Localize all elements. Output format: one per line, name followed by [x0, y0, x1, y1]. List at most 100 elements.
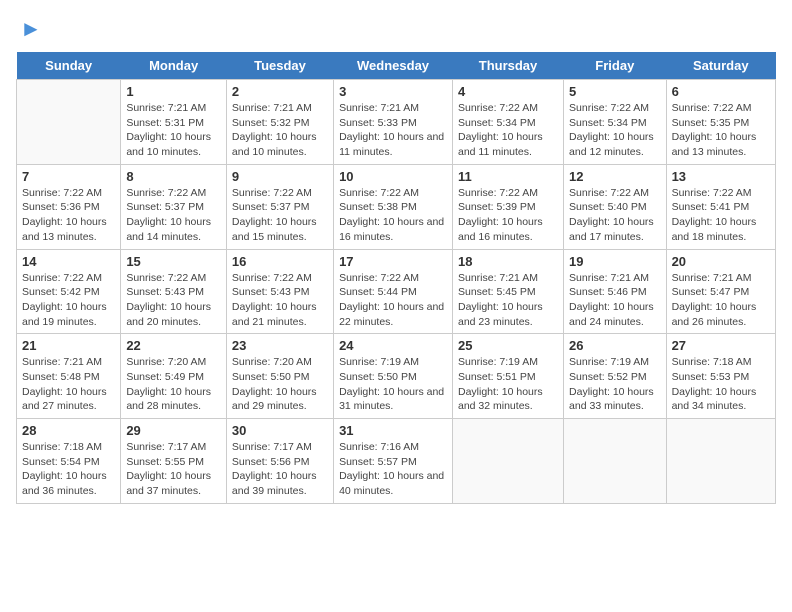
day-number: 21 [22, 338, 115, 353]
calendar-cell: 22 Sunrise: 7:20 AMSunset: 5:49 PMDayligh… [121, 334, 227, 419]
calendar-cell: 13Sunrise: 7:22 AMSunset: 5:41 PMDayligh… [666, 164, 775, 249]
cell-info: Sunrise: 7:19 AMSunset: 5:51 PMDaylight:… [458, 355, 558, 414]
cell-info: Sunrise: 7:20 AMSunset: 5:49 PMDaylight:… [126, 355, 221, 414]
week-row-2: 7 Sunrise: 7:22 AMSunset: 5:36 PMDaylight… [17, 164, 776, 249]
cell-info: Sunrise: 7:22 AMSunset: 5:34 PMDaylight:… [569, 101, 661, 160]
calendar-cell [17, 80, 121, 165]
calendar-cell: 1 Sunrise: 7:21 AMSunset: 5:31 PMDaylight… [121, 80, 227, 165]
cell-info: Sunrise: 7:20 AMSunset: 5:50 PMDaylight:… [232, 355, 328, 414]
calendar-cell: 28Sunrise: 7:18 AMSunset: 5:54 PMDayligh… [17, 419, 121, 504]
day-number: 24 [339, 338, 447, 353]
calendar-cell: 3Sunrise: 7:21 AMSunset: 5:33 PMDaylight… [334, 80, 453, 165]
day-number: 7 [22, 169, 115, 184]
day-number: 17 [339, 254, 447, 269]
calendar-cell: 5 Sunrise: 7:22 AMSunset: 5:34 PMDaylight… [564, 80, 667, 165]
cell-info: Sunrise: 7:19 AMSunset: 5:52 PMDaylight:… [569, 355, 661, 414]
day-number: 12 [569, 169, 661, 184]
day-number: 28 [22, 423, 115, 438]
cell-info: Sunrise: 7:21 AMSunset: 5:32 PMDaylight:… [232, 101, 328, 160]
calendar-cell: 4 Sunrise: 7:22 AMSunset: 5:34 PMDaylight… [452, 80, 563, 165]
cell-info: Sunrise: 7:22 AMSunset: 5:38 PMDaylight:… [339, 186, 447, 245]
cell-info: Sunrise: 7:22 AMSunset: 5:35 PMDaylight:… [672, 101, 770, 160]
day-number: 15 [126, 254, 221, 269]
day-number: 8 [126, 169, 221, 184]
cell-info: Sunrise: 7:22 AMSunset: 5:41 PMDaylight:… [672, 186, 770, 245]
day-header-saturday: Saturday [666, 52, 775, 80]
day-number: 25 [458, 338, 558, 353]
day-number: 2 [232, 84, 328, 99]
cell-info: Sunrise: 7:22 AMSunset: 5:37 PMDaylight:… [232, 186, 328, 245]
cell-info: Sunrise: 7:22 AMSunset: 5:37 PMDaylight:… [126, 186, 221, 245]
calendar-cell: 31 Sunrise: 7:16 AMSunset: 5:57 PMDayligh… [334, 419, 453, 504]
calendar-cell: 2 Sunrise: 7:21 AMSunset: 5:32 PMDaylight… [226, 80, 333, 165]
day-number: 20 [672, 254, 770, 269]
day-number: 19 [569, 254, 661, 269]
logo: ► [16, 16, 42, 42]
cell-info: Sunrise: 7:17 AMSunset: 5:55 PMDaylight:… [126, 440, 221, 499]
calendar-cell: 15Sunrise: 7:22 AMSunset: 5:43 PMDayligh… [121, 249, 227, 334]
day-number: 18 [458, 254, 558, 269]
cell-info: Sunrise: 7:21 AMSunset: 5:45 PMDaylight:… [458, 271, 558, 330]
day-header-tuesday: Tuesday [226, 52, 333, 80]
calendar-cell: 26 Sunrise: 7:19 AMSunset: 5:52 PMDayligh… [564, 334, 667, 419]
cell-info: Sunrise: 7:22 AMSunset: 5:44 PMDaylight:… [339, 271, 447, 330]
calendar-cell: 14Sunrise: 7:22 AMSunset: 5:42 PMDayligh… [17, 249, 121, 334]
day-number: 6 [672, 84, 770, 99]
week-row-3: 14Sunrise: 7:22 AMSunset: 5:42 PMDayligh… [17, 249, 776, 334]
calendar-cell: 29 Sunrise: 7:17 AMSunset: 5:55 PMDayligh… [121, 419, 227, 504]
day-header-wednesday: Wednesday [334, 52, 453, 80]
day-header-thursday: Thursday [452, 52, 563, 80]
calendar-cell: 12 Sunrise: 7:22 AMSunset: 5:40 PMDayligh… [564, 164, 667, 249]
calendar-cell: 19 Sunrise: 7:21 AMSunset: 5:46 PMDayligh… [564, 249, 667, 334]
cell-info: Sunrise: 7:22 AMSunset: 5:40 PMDaylight:… [569, 186, 661, 245]
day-number: 1 [126, 84, 221, 99]
week-row-1: 1 Sunrise: 7:21 AMSunset: 5:31 PMDaylight… [17, 80, 776, 165]
week-row-4: 21Sunrise: 7:21 AMSunset: 5:48 PMDayligh… [17, 334, 776, 419]
day-header-monday: Monday [121, 52, 227, 80]
calendar-cell [666, 419, 775, 504]
week-row-5: 28Sunrise: 7:18 AMSunset: 5:54 PMDayligh… [17, 419, 776, 504]
cell-info: Sunrise: 7:19 AMSunset: 5:50 PMDaylight:… [339, 355, 447, 414]
day-number: 11 [458, 169, 558, 184]
day-number: 14 [22, 254, 115, 269]
calendar-cell: 21Sunrise: 7:21 AMSunset: 5:48 PMDayligh… [17, 334, 121, 419]
calendar-cell: 8 Sunrise: 7:22 AMSunset: 5:37 PMDaylight… [121, 164, 227, 249]
day-header-sunday: Sunday [17, 52, 121, 80]
calendar-cell: 20Sunrise: 7:21 AMSunset: 5:47 PMDayligh… [666, 249, 775, 334]
day-number: 5 [569, 84, 661, 99]
calendar-cell: 25 Sunrise: 7:19 AMSunset: 5:51 PMDayligh… [452, 334, 563, 419]
calendar-cell: 9Sunrise: 7:22 AMSunset: 5:37 PMDaylight… [226, 164, 333, 249]
cell-info: Sunrise: 7:22 AMSunset: 5:34 PMDaylight:… [458, 101, 558, 160]
cell-info: Sunrise: 7:21 AMSunset: 5:31 PMDaylight:… [126, 101, 221, 160]
calendar-cell: 6 Sunrise: 7:22 AMSunset: 5:35 PMDaylight… [666, 80, 775, 165]
calendar-body: 1 Sunrise: 7:21 AMSunset: 5:31 PMDaylight… [17, 80, 776, 504]
cell-info: Sunrise: 7:21 AMSunset: 5:46 PMDaylight:… [569, 271, 661, 330]
cell-info: Sunrise: 7:22 AMSunset: 5:36 PMDaylight:… [22, 186, 115, 245]
cell-info: Sunrise: 7:22 AMSunset: 5:43 PMDaylight:… [232, 271, 328, 330]
calendar-cell: 7 Sunrise: 7:22 AMSunset: 5:36 PMDaylight… [17, 164, 121, 249]
calendar-table: SundayMondayTuesdayWednesdayThursdayFrid… [16, 52, 776, 504]
day-number: 27 [672, 338, 770, 353]
cell-info: Sunrise: 7:18 AMSunset: 5:53 PMDaylight:… [672, 355, 770, 414]
cell-info: Sunrise: 7:17 AMSunset: 5:56 PMDaylight:… [232, 440, 328, 499]
cell-info: Sunrise: 7:21 AMSunset: 5:33 PMDaylight:… [339, 101, 447, 160]
day-number: 16 [232, 254, 328, 269]
cell-info: Sunrise: 7:22 AMSunset: 5:39 PMDaylight:… [458, 186, 558, 245]
calendar-cell: 16 Sunrise: 7:22 AMSunset: 5:43 PMDayligh… [226, 249, 333, 334]
calendar-cell: 17 Sunrise: 7:22 AMSunset: 5:44 PMDayligh… [334, 249, 453, 334]
cell-info: Sunrise: 7:16 AMSunset: 5:57 PMDaylight:… [339, 440, 447, 499]
day-number: 29 [126, 423, 221, 438]
calendar-cell: 23Sunrise: 7:20 AMSunset: 5:50 PMDayligh… [226, 334, 333, 419]
day-number: 4 [458, 84, 558, 99]
day-number: 22 [126, 338, 221, 353]
calendar-cell: 27 Sunrise: 7:18 AMSunset: 5:53 PMDayligh… [666, 334, 775, 419]
calendar-cell: 18 Sunrise: 7:21 AMSunset: 5:45 PMDayligh… [452, 249, 563, 334]
calendar-cell: 24 Sunrise: 7:19 AMSunset: 5:50 PMDayligh… [334, 334, 453, 419]
calendar-header-row: SundayMondayTuesdayWednesdayThursdayFrid… [17, 52, 776, 80]
calendar-cell: 10Sunrise: 7:22 AMSunset: 5:38 PMDayligh… [334, 164, 453, 249]
day-number: 30 [232, 423, 328, 438]
calendar-cell: 30 Sunrise: 7:17 AMSunset: 5:56 PMDayligh… [226, 419, 333, 504]
day-number: 31 [339, 423, 447, 438]
day-number: 26 [569, 338, 661, 353]
calendar-cell [452, 419, 563, 504]
